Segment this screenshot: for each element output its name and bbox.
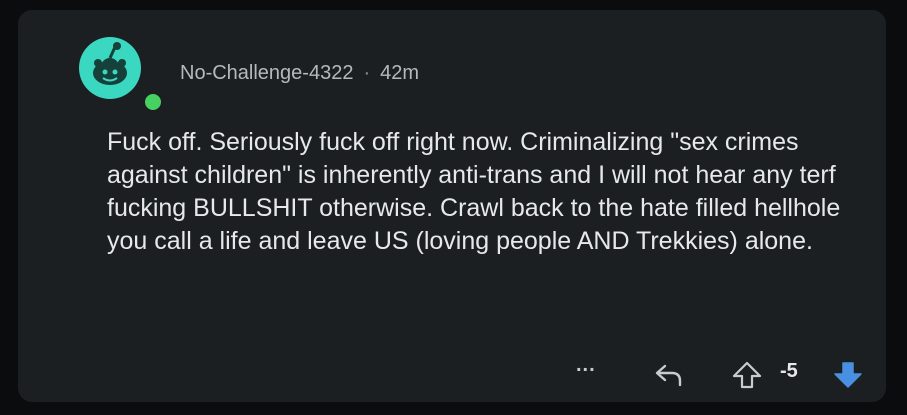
downvote-icon[interactable] [832, 360, 864, 396]
vote-score: -5 [780, 360, 798, 382]
upvote-icon[interactable] [731, 360, 763, 396]
meta-separator: · [363, 62, 371, 84]
more-options-icon[interactable]: ... [576, 354, 596, 377]
reply-icon[interactable] [654, 362, 684, 394]
snoo-avatar-icon [93, 42, 127, 85]
username[interactable]: No-Challenge-4322 [180, 62, 353, 84]
comment-meta: No-Challenge-4322 · 42m [180, 62, 419, 85]
comment-age: 42m [380, 62, 420, 84]
comment-body: Fuck off. Seriously fuck off right now. … [107, 128, 841, 255]
online-status-icon [142, 91, 164, 113]
avatar[interactable] [79, 37, 141, 99]
comment-card: No-Challenge-4322 · 42m Fuck off. Seriousl… [18, 10, 886, 402]
